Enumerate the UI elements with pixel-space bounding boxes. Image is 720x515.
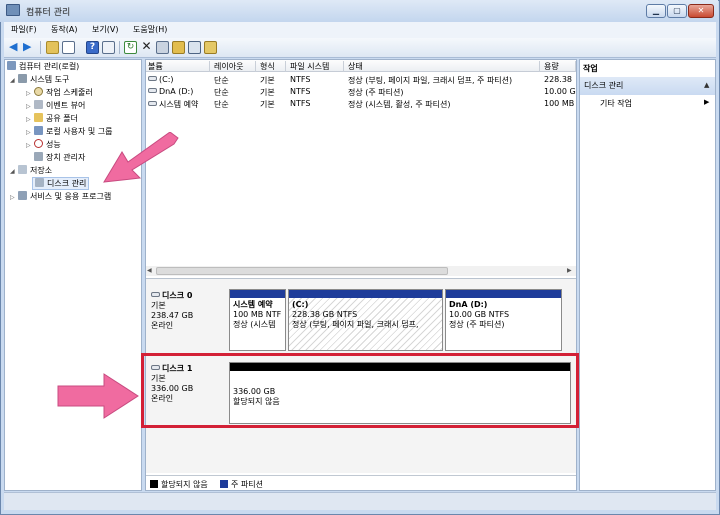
search-icon[interactable] [188,41,201,54]
services-icon [18,191,27,200]
collapse-icon[interactable]: ▲ [704,81,709,89]
up-folder-icon[interactable] [46,41,59,54]
title-bar [0,0,718,22]
help-icon[interactable]: ? [86,41,99,54]
tree-item-computer[interactable]: 컴퓨터 관리(로컬) [7,61,79,72]
tree-item-disk-management[interactable]: 디스크 관리 [32,177,90,190]
menu-action[interactable]: 동작(A) [51,24,77,35]
partition-d[interactable]: DnA (D:) 10.00 GB NTFS 정상 (주 파티션) [445,289,562,351]
primary-partition-bar [230,290,285,298]
partition-c[interactable]: (C:) 228.38 GB NTFS 정상 (부팅, 페이지 파일, 크래시 … [288,289,443,351]
pointer-arrow-icon [103,132,179,183]
volume-list-header: 볼륨 레이아웃 형식 파일 시스템 상태 용량 [146,60,576,72]
minimize-button[interactable]: ▁ [646,4,666,18]
actions-section-disk-management[interactable]: 디스크 관리 ▲ [580,77,715,95]
disk-0-info[interactable]: 디스크 0 기본 238.47 GB 온라인 [151,291,229,331]
volume-row[interactable]: 시스템 예약 단순 기본 NTFS 정상 (시스템, 활성, 주 파티션) 10… [146,99,576,109]
primary-partition-bar [289,290,442,298]
disk-name: 디스크 0 [162,291,193,300]
disk-type: 기본 [151,301,166,310]
legend-primary: 주 파티션 [231,480,263,489]
disk-mgmt-icon [35,178,44,187]
col-status[interactable]: 상태 [346,61,540,72]
tree-item-system-tools[interactable]: ◢ 시스템 도구 [10,74,69,85]
scroll-right-icon[interactable]: ▶ [567,267,572,274]
delete-icon[interactable]: ✕ [140,40,153,53]
computer-icon [7,61,16,70]
menu-help[interactable]: 도움말(H) [133,24,167,35]
menu-view[interactable]: 보기(V) [92,24,118,35]
storage-icon [18,165,27,174]
tree-item-services[interactable]: ▷ 서비스 및 응용 프로그램 [10,191,111,202]
legend: 할당되지 않음 주 파티션 [146,475,576,490]
pointer-arrow-icon [57,373,139,419]
disk-icon [151,292,160,297]
close-button[interactable]: ✕ [688,4,714,18]
disk-status: 온라인 [151,321,174,330]
performance-icon [34,139,43,148]
legend-swatch-unallocated [150,480,158,488]
submenu-arrow-icon: ▶ [704,98,710,106]
scroll-left-icon[interactable]: ◀ [147,267,152,274]
forward-icon[interactable]: ▶ [23,41,36,54]
tree-item-event-viewer[interactable]: ▷ 이벤트 뷰어 [26,100,85,111]
refresh-icon[interactable]: ↻ [124,41,137,54]
tools-icon [18,74,27,83]
volume-icon [148,101,157,106]
back-icon[interactable]: ◀ [9,41,22,54]
menu-file[interactable]: 파일(F) [11,24,37,35]
show-tree-icon[interactable] [62,41,75,54]
tree-item-task-scheduler[interactable]: ▷ 작업 스케줄러 [26,87,93,98]
folder-icon [34,113,43,122]
open-folder-icon[interactable] [172,41,185,54]
tree-item-storage[interactable]: ◢ 저장소 [10,165,52,176]
clock-icon [34,87,43,96]
col-layout[interactable]: 레이아웃 [212,61,256,72]
maximize-button[interactable]: ▢ [667,4,687,18]
volume-icon [148,88,157,93]
partition-system-reserved[interactable]: 시스템 예약 100 MB NTF 정상 (시스템 [229,289,286,351]
col-capacity[interactable]: 용량 [542,61,576,72]
event-icon [34,100,43,109]
actions-pane: 작업 디스크 관리 ▲ 기타 작업 ▶ [579,59,716,491]
col-filesystem[interactable]: 파일 시스템 [288,61,344,72]
computer-management-icon [6,4,20,16]
disk-size: 238.47 GB [151,311,194,320]
actions-header: 작업 [583,64,598,73]
volume-icon [148,76,157,81]
legend-swatch-primary [220,480,228,488]
volume-row[interactable]: DnA (D:) 단순 기본 NTFS 정상 (주 파티션) 10.00 G [146,87,576,97]
legend-unallocated: 할당되지 않음 [161,480,208,489]
tree-item-device-manager[interactable]: 장치 관리자 [34,152,85,163]
device-icon [34,152,43,161]
action-more-actions[interactable]: 기타 작업 ▶ [600,98,712,109]
properties-icon[interactable] [156,41,169,54]
horizontal-scrollbar[interactable]: ◀ ▶ [146,266,576,276]
users-icon [34,126,43,135]
col-volume[interactable]: 볼륨 [146,61,210,72]
scrollbar-thumb[interactable] [156,267,448,275]
console-icon[interactable] [102,41,115,54]
primary-partition-bar [446,290,561,298]
window-title: 컴퓨터 관리 [26,8,71,18]
col-type[interactable]: 형식 [258,61,286,72]
highlight-box [141,353,579,428]
volume-row[interactable]: (C:) 단순 기본 NTFS 정상 (부팅, 페이지 파일, 크래시 덤프, … [146,75,576,85]
disk-wizard-icon[interactable] [204,41,217,54]
tree-item-shared-folders[interactable]: ▷ 공유 폴더 [26,113,78,124]
status-bar [4,492,716,510]
tree-item-performance[interactable]: ▷ 성능 [26,139,61,150]
